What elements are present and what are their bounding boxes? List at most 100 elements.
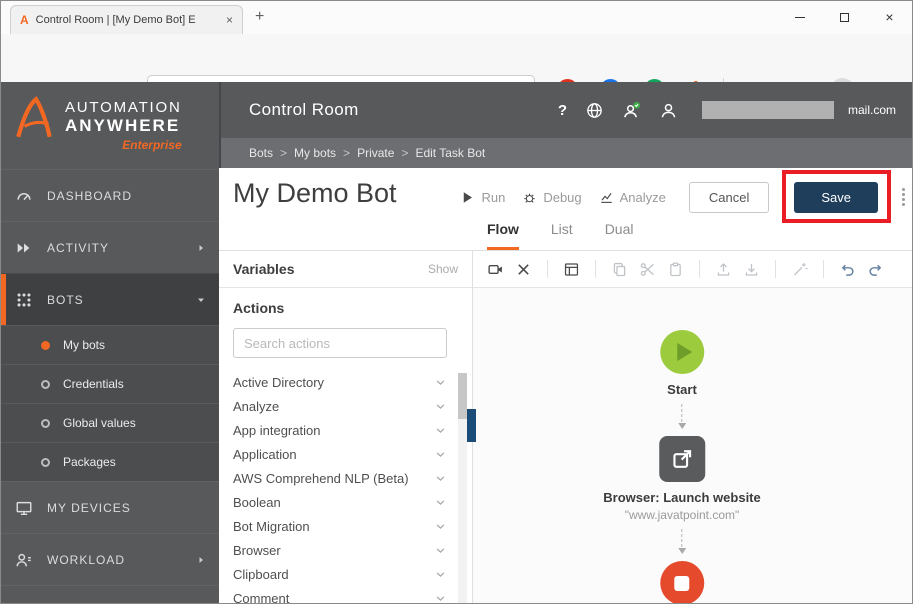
kebab-menu-icon[interactable] xyxy=(902,188,905,206)
browser-toolbar: ← → ↻ https://trial.cloud.automationanyw… xyxy=(1,34,912,82)
globe-icon[interactable] xyxy=(585,101,604,120)
canvas-body[interactable]: Start Browser: Launch website "www.javat… xyxy=(473,288,912,603)
sidebar-item-credentials[interactable]: Credentials xyxy=(1,364,219,403)
category-comment[interactable]: Comment xyxy=(219,586,472,603)
category-boolean[interactable]: Boolean xyxy=(219,490,472,514)
canvas-scroll-indicator[interactable] xyxy=(467,409,476,442)
user-check-icon[interactable] xyxy=(622,101,641,120)
view-tabs: Flow List Dual xyxy=(487,221,633,250)
redacted-email-block xyxy=(702,101,834,119)
browser-node-value: "www.javatpoint.com" xyxy=(625,508,740,522)
sidebar-item-my-devices[interactable]: MY DEVICES xyxy=(1,481,219,533)
breadcrumb-separator: > xyxy=(343,146,350,160)
category-aws-comprehend[interactable]: AWS Comprehend NLP (Beta) xyxy=(219,466,472,490)
minimize-icon xyxy=(795,17,805,18)
sidebar-item-activity[interactable]: ACTIVITY xyxy=(1,221,219,273)
sidebar-item-bots[interactable]: BOTS xyxy=(1,273,219,325)
cut-icon[interactable] xyxy=(639,261,656,278)
search-actions-input[interactable] xyxy=(233,328,447,358)
app-title: Control Room xyxy=(249,100,359,120)
browser-window: A Control Room | [My Demo Bot] E × + × ←… xyxy=(0,0,913,604)
breadcrumb-item[interactable]: Edit Task Bot xyxy=(415,146,485,160)
sidebar-item-packages[interactable]: Packages xyxy=(1,442,219,481)
run-button[interactable]: Run xyxy=(460,190,505,205)
toolbar-separator xyxy=(775,260,776,278)
close-icon: × xyxy=(885,9,893,25)
browser-launch-node[interactable] xyxy=(659,436,705,482)
breadcrumb-item[interactable]: My bots xyxy=(294,146,336,160)
flow-diagram: Start Browser: Launch website "www.javat… xyxy=(603,330,760,604)
record-icon[interactable] xyxy=(487,261,504,278)
start-node-label: Start xyxy=(667,382,697,397)
tab-close-icon[interactable]: × xyxy=(226,13,233,27)
chart-icon xyxy=(599,190,614,205)
category-analyze[interactable]: Analyze xyxy=(219,394,472,418)
stop-node[interactable] xyxy=(660,561,704,604)
variables-row: Variables Show xyxy=(219,251,472,288)
breadcrumb-item[interactable]: Bots xyxy=(249,146,273,160)
sidebar-item-my-bots[interactable]: My bots xyxy=(1,325,219,364)
tab-flow[interactable]: Flow xyxy=(487,221,519,250)
wand-icon[interactable] xyxy=(791,261,808,278)
breadcrumb: Bots > My bots > Private > Edit Task Bot xyxy=(219,138,912,168)
close-button[interactable]: × xyxy=(867,1,912,33)
chevron-down-icon xyxy=(435,569,446,580)
category-browser[interactable]: Browser xyxy=(219,538,472,562)
tab-dual[interactable]: Dual xyxy=(605,221,634,250)
actions-panel: Variables Show Actions Active Directory … xyxy=(219,251,473,603)
paste-icon[interactable] xyxy=(667,261,684,278)
new-tab-button[interactable]: + xyxy=(255,8,264,26)
cancel-button[interactable]: Cancel xyxy=(689,182,769,213)
tab-list[interactable]: List xyxy=(551,221,573,250)
download-icon[interactable] xyxy=(743,261,760,278)
flow-connector xyxy=(678,529,686,554)
chevron-down-icon xyxy=(435,377,446,388)
action-categories: Active Directory Analyze App integration… xyxy=(219,370,472,603)
tab-strip: A Control Room | [My Demo Bot] E × + × xyxy=(1,1,912,34)
copy-icon[interactable] xyxy=(611,261,628,278)
category-app-integration[interactable]: App integration xyxy=(219,418,472,442)
user-icon[interactable] xyxy=(659,101,678,120)
redo-icon[interactable] xyxy=(867,261,884,278)
category-active-directory[interactable]: Active Directory xyxy=(219,370,472,394)
sidebar-label: DASHBOARD xyxy=(47,189,132,203)
panel-scrollbar[interactable] xyxy=(458,373,467,603)
variables-show-link[interactable]: Show xyxy=(428,262,458,276)
panel-layout-icon[interactable] xyxy=(563,261,580,278)
undo-icon[interactable] xyxy=(839,261,856,278)
chevron-right-icon xyxy=(196,243,206,253)
play-icon xyxy=(460,190,475,205)
submenu-label: My bots xyxy=(63,338,105,352)
variables-title: Variables xyxy=(233,261,295,277)
sidebar-label: ACTIVITY xyxy=(47,241,109,255)
analyze-button[interactable]: Analyze xyxy=(599,190,666,205)
category-bot-migration[interactable]: Bot Migration xyxy=(219,514,472,538)
sidebar-item-global-values[interactable]: Global values xyxy=(1,403,219,442)
upload-icon[interactable] xyxy=(715,261,732,278)
debug-button[interactable]: Debug xyxy=(522,190,581,205)
browser-tab[interactable]: A Control Room | [My Demo Bot] E × xyxy=(10,5,243,34)
sidebar-label: MY DEVICES xyxy=(47,501,131,515)
start-node[interactable] xyxy=(660,330,704,374)
breadcrumb-item[interactable]: Private xyxy=(357,146,394,160)
minimize-button[interactable] xyxy=(777,1,822,33)
save-button[interactable]: Save xyxy=(794,182,878,213)
logo-line1: AUTOMATION xyxy=(65,99,182,116)
toolbar-separator xyxy=(823,260,824,278)
app-header: Control Room ? mail.com xyxy=(219,82,912,138)
maximize-button[interactable] xyxy=(822,1,867,33)
sidebar-item-partial[interactable] xyxy=(1,585,219,603)
scrollbar-thumb[interactable] xyxy=(458,373,467,419)
disconnect-icon[interactable] xyxy=(515,261,532,278)
monitor-icon xyxy=(15,499,33,517)
sidebar-label: BOTS xyxy=(47,293,84,307)
category-clipboard[interactable]: Clipboard xyxy=(219,562,472,586)
chevron-right-icon xyxy=(196,555,206,565)
chevron-down-icon xyxy=(435,593,446,604)
category-application[interactable]: Application xyxy=(219,442,472,466)
help-icon[interactable]: ? xyxy=(558,102,567,119)
sidebar-item-workload[interactable]: WORKLOAD xyxy=(1,533,219,585)
chevron-down-icon xyxy=(435,449,446,460)
bullet-icon xyxy=(41,380,50,389)
sidebar-item-dashboard[interactable]: DASHBOARD xyxy=(1,169,219,221)
